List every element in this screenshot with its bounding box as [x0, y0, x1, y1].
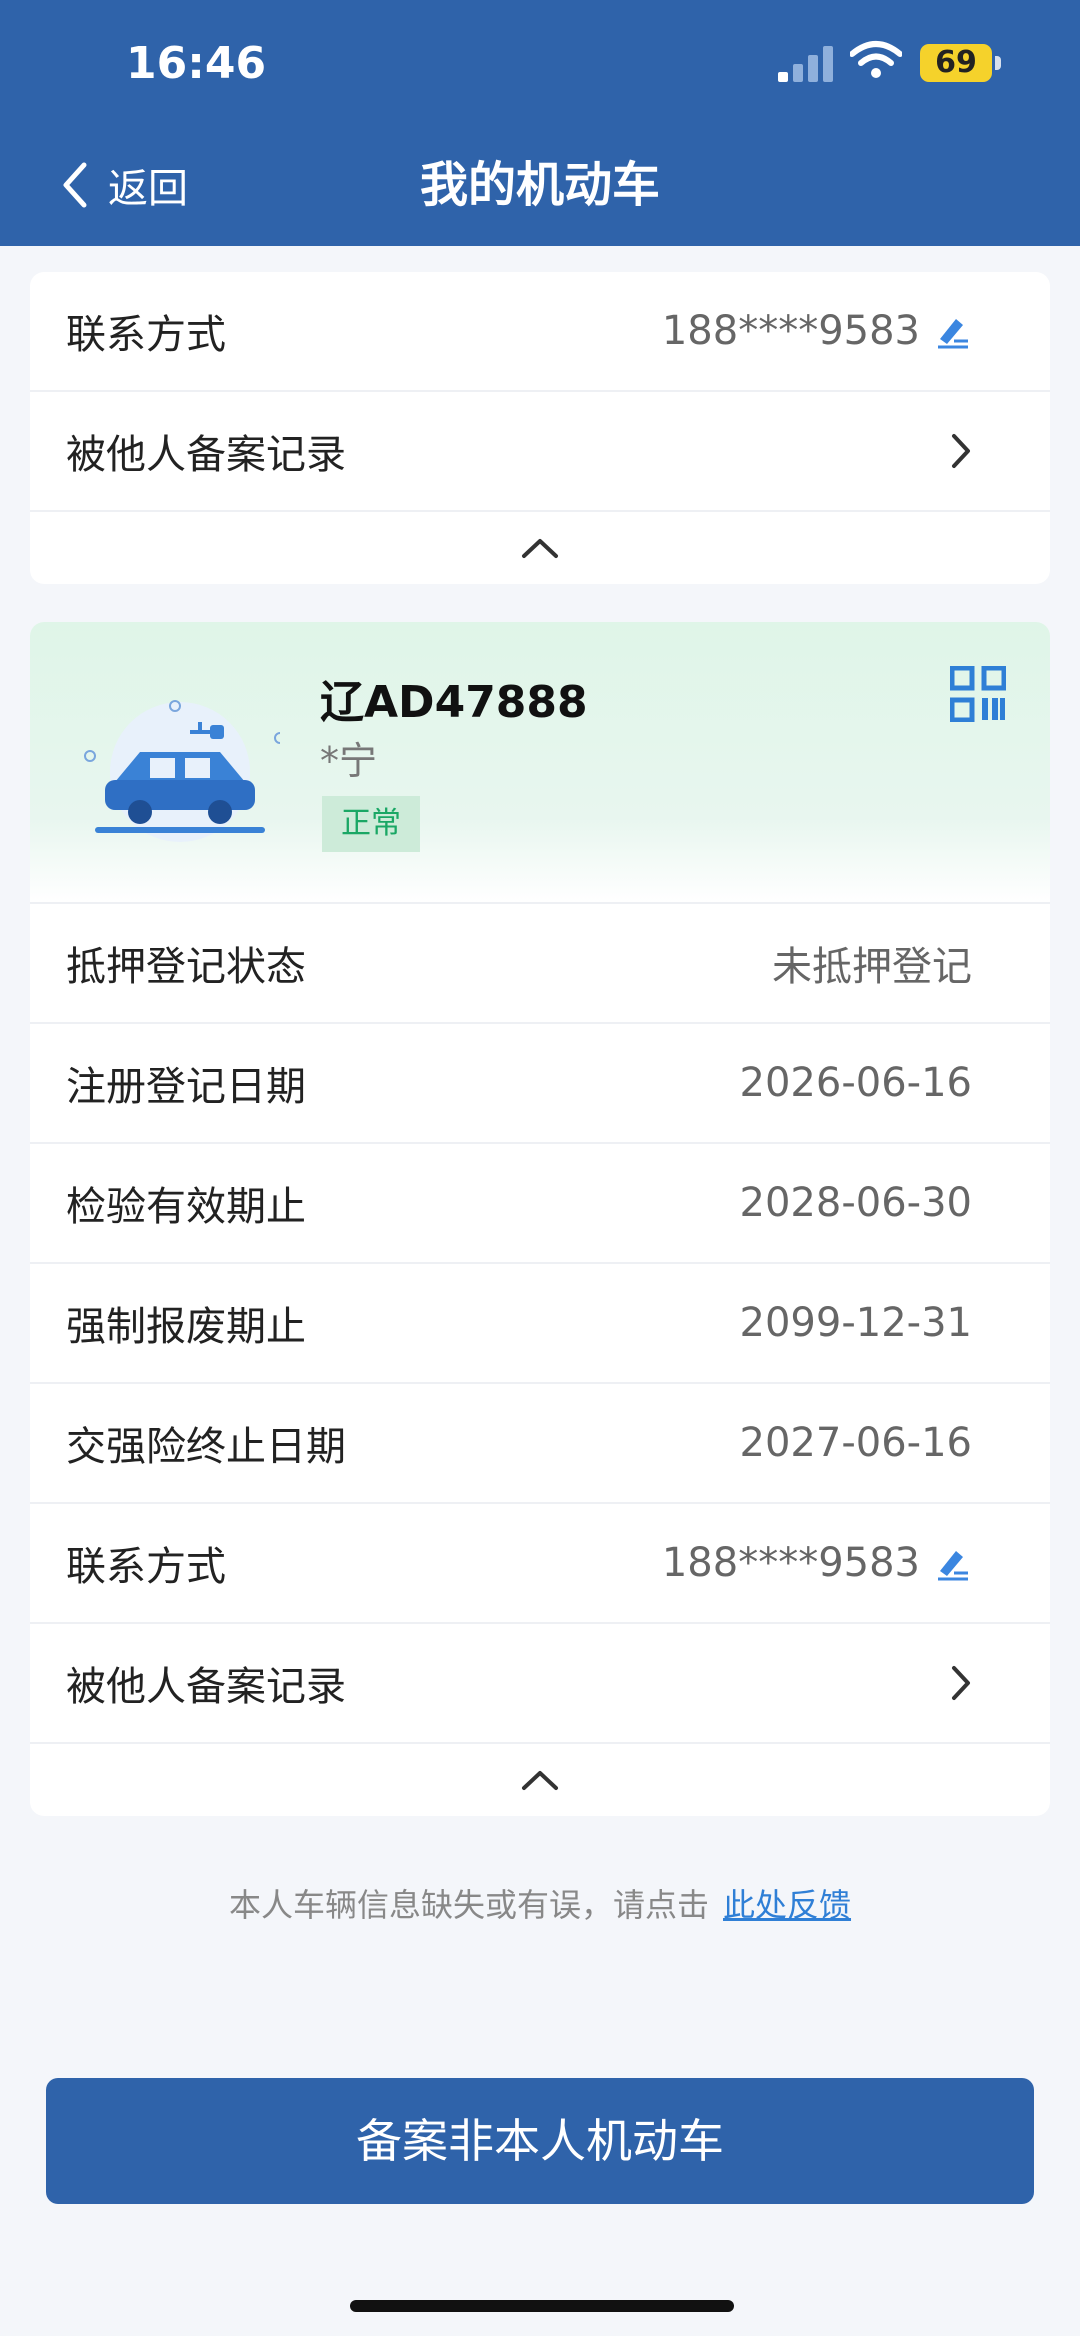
status-badge: 正常 [322, 796, 420, 852]
chevron-up-icon [522, 1771, 558, 1790]
status-time: 16:46 [126, 38, 267, 89]
contact-row[interactable]: 联系方式 188****9583 [30, 1504, 1050, 1624]
insurance-end-row: 交强险终止日期 2027-06-16 [30, 1384, 1050, 1504]
row-label: 被他人备案记录 [66, 1664, 346, 1710]
row-label: 注册登记日期 [66, 1064, 306, 1110]
qr-code-icon[interactable] [950, 666, 1006, 722]
row-label: 抵押登记状态 [66, 944, 306, 990]
contact-value: 188****9583 [661, 1540, 920, 1586]
home-indicator [350, 2300, 734, 2312]
battery-tip [995, 56, 1001, 70]
row-label: 交强险终止日期 [66, 1424, 346, 1470]
license-plate: 辽AD47888 [320, 677, 588, 728]
top-info-card: 联系方式 188****9583 被他人备案记录 [30, 272, 1050, 584]
row-label: 联系方式 [66, 1544, 226, 1590]
row-label: 强制报废期止 [66, 1304, 306, 1350]
contact-value: 188****9583 [661, 308, 920, 354]
wifi-icon [850, 41, 902, 78]
row-label: 被他人备案记录 [66, 432, 346, 478]
page-title: 我的机动车 [419, 157, 660, 213]
chevron-right-icon [952, 1666, 970, 1700]
contact-row[interactable]: 联系方式 188****9583 [30, 272, 1050, 392]
vehicle-card: 辽AD47888 *宁 正常 抵押登记状态 未抵押登记 注册登记日期 2026-… [30, 622, 1050, 1816]
vehicle-summary[interactable]: 辽AD47888 *宁 正常 [30, 622, 1050, 904]
filing-record-row[interactable]: 被他人备案记录 [30, 392, 1050, 512]
feedback-line: 本人车辆信息缺失或有误，请点击 此处反馈 [0, 1880, 1080, 1926]
row-value: 2026-06-16 [739, 1060, 972, 1106]
electric-car-icon [84, 700, 280, 842]
feedback-link[interactable]: 此处反馈 [723, 1886, 851, 1924]
file-non-own-vehicle-button[interactable]: 备案非本人机动车 [46, 2078, 1034, 2204]
feedback-text: 本人车辆信息缺失或有误，请点击 [228, 1886, 709, 1924]
cellular-signal-icon [778, 46, 833, 82]
row-value: 2027-06-16 [739, 1420, 972, 1466]
scrap-deadline-row: 强制报废期止 2099-12-31 [30, 1264, 1050, 1384]
row-label: 联系方式 [66, 312, 226, 358]
chevron-up-icon [522, 539, 558, 558]
edit-icon[interactable] [932, 311, 972, 351]
chevron-right-icon [952, 434, 970, 468]
registration-date-row: 注册登记日期 2026-06-16 [30, 1024, 1050, 1144]
inspection-expiry-row: 检验有效期止 2028-06-30 [30, 1144, 1050, 1264]
battery-indicator: 69 [920, 44, 992, 82]
row-label: 检验有效期止 [66, 1184, 306, 1230]
row-value: 2028-06-30 [739, 1180, 972, 1226]
collapse-toggle[interactable] [30, 1744, 1050, 1816]
edit-icon[interactable] [932, 1543, 972, 1583]
header: 16:46 69 返回 我的机动车 [0, 0, 1080, 246]
collapse-toggle[interactable] [30, 512, 1050, 584]
filing-record-row[interactable]: 被他人备案记录 [30, 1624, 1050, 1744]
owner-name: *宁 [320, 739, 378, 783]
row-value: 未抵押登记 [772, 944, 972, 990]
mortgage-status-row: 抵押登记状态 未抵押登记 [30, 904, 1050, 1024]
row-value: 2099-12-31 [739, 1300, 972, 1346]
